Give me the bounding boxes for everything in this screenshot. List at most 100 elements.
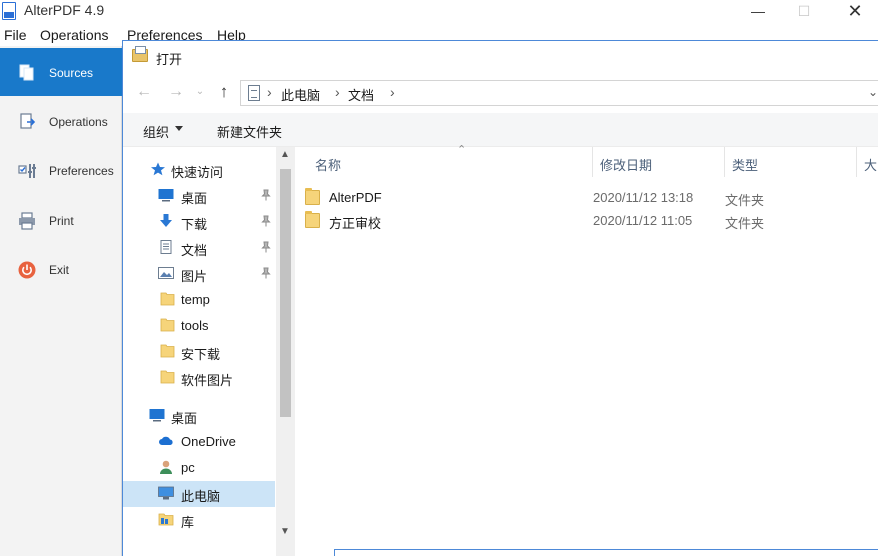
file-name: 方正审校 (329, 216, 382, 231)
sources-icon (19, 64, 34, 81)
app-title: AlterPDF 4.9 (24, 2, 105, 18)
address-dropdown-icon[interactable]: ⌄ (868, 85, 878, 99)
power-icon (18, 261, 36, 279)
tree-item-desktop[interactable]: 桌面 (123, 403, 275, 429)
tree-item-label: 下载 (181, 217, 208, 232)
recent-locations-chevron-icon[interactable]: ⌄ (193, 81, 207, 103)
sidebar-item-label: Exit (49, 263, 70, 277)
breadcrumb-separator[interactable]: › (335, 84, 340, 100)
organize-dropdown-icon[interactable] (175, 126, 183, 131)
tree-item-this-pc[interactable]: 此电脑 (123, 481, 275, 507)
file-row[interactable]: 方正审校 2020/11/12 11:05 文件夹 (305, 210, 878, 232)
column-header-label: 修改日期 (600, 158, 653, 173)
up-arrow-icon[interactable]: ↑ (213, 81, 235, 103)
new-folder-button[interactable]: 新建文件夹 (217, 122, 282, 141)
file-type: 文件夹 (725, 193, 765, 208)
dialog-title: 打开 (156, 52, 183, 67)
tree-item-label: temp (181, 292, 210, 307)
column-header-type[interactable]: 类型 (725, 147, 856, 177)
forward-arrow-icon[interactable]: → (165, 81, 187, 103)
breadcrumb-separator[interactable]: › (390, 84, 395, 100)
tree-item-label: 文档 (181, 243, 208, 258)
sidebar-item-label: Print (49, 214, 74, 228)
tree-item-label: 快速访问 (171, 165, 224, 180)
tree-item-label: 此电脑 (181, 489, 221, 504)
tree-item-software-images[interactable]: 软件图片 (123, 365, 275, 391)
folder-icon (160, 370, 175, 384)
maximize-button[interactable]: ☐ (781, 0, 827, 24)
tree-item-label: 软件图片 (181, 373, 234, 388)
tree-item-downloads[interactable]: 下载 (123, 209, 275, 235)
organize-button[interactable]: 组织 (143, 122, 169, 141)
tree-item-documents[interactable]: 文档 (123, 235, 275, 261)
sidebar-item-operations[interactable]: Operations (0, 97, 122, 145)
download-icon (160, 214, 172, 227)
tree-item-pictures[interactable]: 图片 (123, 261, 275, 287)
file-list: ⌃ 名称 修改日期 类型 大 AlterPDF 2020/11/12 13:18… (295, 144, 878, 556)
close-button[interactable]: ✕ (832, 0, 878, 24)
sidebar-item-print[interactable]: Print (0, 196, 122, 244)
menu-file[interactable]: File (4, 27, 27, 43)
pin-icon[interactable] (261, 215, 271, 227)
cloud-icon (159, 436, 173, 445)
menu-operations[interactable]: Operations (40, 27, 108, 43)
folder-icon (160, 318, 175, 332)
tree-item-onedrive[interactable]: OneDrive (123, 429, 275, 455)
back-arrow-icon[interactable]: ← (133, 81, 155, 103)
dialog-navigation-bar: ← → ⌄ ↑ › 此电脑 › 文档 › ⌄ (123, 77, 878, 109)
folder-icon (160, 344, 175, 358)
scrollbar-thumb[interactable] (280, 169, 291, 417)
documents-location-icon (248, 85, 260, 101)
folder-icon (160, 292, 175, 306)
tree-item-pc-user[interactable]: pc (123, 455, 275, 481)
folder-icon (305, 188, 320, 205)
breadcrumb-separator[interactable]: › (267, 84, 272, 100)
column-header-size[interactable]: 大 (857, 147, 878, 177)
file-type: 文件夹 (725, 216, 765, 231)
column-header-label: 类型 (732, 158, 759, 173)
open-file-dialog: 打开 ← → ⌄ ↑ › 此电脑 › 文档 › ⌄ 组织 新建文件夹 快速访问 (122, 40, 878, 556)
dialog-toolbar: 组织 新建文件夹 (123, 113, 878, 147)
sort-ascending-icon: ⌃ (457, 144, 467, 156)
sidebar-item-sources[interactable]: Sources (0, 48, 122, 96)
tree-item-label: 桌面 (171, 411, 198, 426)
column-header-modified[interactable]: 修改日期 (593, 147, 724, 177)
scroll-up-icon[interactable]: ▲ (280, 149, 290, 160)
tree-item-temp[interactable]: temp (123, 287, 275, 313)
app-titlebar: AlterPDF 4.9 — ☐ ✕ (0, 0, 878, 24)
minimize-button[interactable]: — (735, 0, 781, 24)
tree-item-tools[interactable]: tools (123, 313, 275, 339)
address-bar[interactable]: › 此电脑 › 文档 › ⌄ (240, 80, 878, 106)
desktop-icon (158, 189, 174, 202)
tree-item-label: tools (181, 318, 209, 333)
tree-item-desktop-quick[interactable]: 桌面 (123, 183, 275, 209)
alterpdf-logo-icon (2, 2, 16, 20)
navigation-scrollbar[interactable]: ▲ ▼ (276, 147, 295, 556)
column-header-name[interactable]: ⌃ 名称 (305, 144, 592, 177)
file-name: AlterPDF (329, 190, 382, 205)
breadcrumb-this-pc[interactable]: 此电脑 (281, 85, 320, 104)
tree-item-label: 库 (181, 515, 195, 530)
pin-icon[interactable] (261, 241, 271, 253)
file-row[interactable]: AlterPDF 2020/11/12 13:18 文件夹 (305, 187, 878, 209)
sidebar-item-exit[interactable]: Exit (0, 245, 122, 293)
app-sidebar: Sources Operations Preferences Print Exi… (0, 46, 122, 556)
navigation-pane: 快速访问 桌面 下载 文档 图片 temp tools 安下载 软件图片 桌面 … (123, 147, 295, 556)
filename-input[interactable] (334, 549, 878, 556)
sidebar-item-preferences[interactable]: Preferences (0, 146, 122, 194)
printer-icon (19, 212, 35, 230)
document-icon (160, 240, 172, 254)
scroll-down-icon[interactable]: ▼ (280, 526, 290, 537)
tree-item-quick-access[interactable]: 快速访问 (123, 157, 275, 183)
tree-item-label: OneDrive (181, 434, 236, 449)
pin-icon[interactable] (261, 267, 271, 279)
tree-item-library[interactable]: 库 (123, 507, 275, 533)
computer-icon (158, 486, 174, 500)
tree-item-an-download[interactable]: 安下载 (123, 339, 275, 365)
file-modified-date: 2020/11/12 11:05 (593, 213, 693, 228)
file-modified-date: 2020/11/12 13:18 (593, 190, 694, 205)
dialog-titlebar: 打开 (123, 41, 878, 73)
breadcrumb-documents[interactable]: 文档 (348, 85, 374, 104)
pin-icon[interactable] (261, 189, 271, 201)
desktop-icon (149, 409, 165, 422)
